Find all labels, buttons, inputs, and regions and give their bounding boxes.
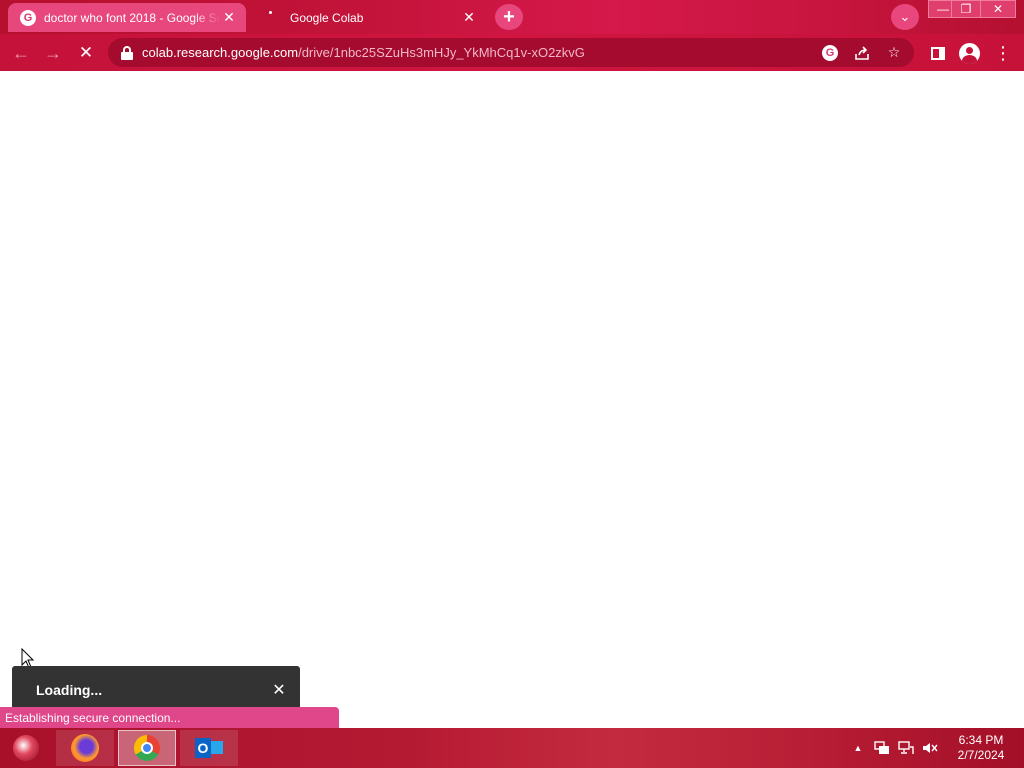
- forward-button[interactable]: →: [40, 40, 66, 66]
- tab-close-icon[interactable]: ✕: [220, 9, 238, 27]
- browser-toolbar: ← → ✕ colab.research.google.com/drive/1n…: [0, 34, 1024, 71]
- bookmark-star-icon[interactable]: ☆: [882, 41, 906, 65]
- back-button[interactable]: ←: [8, 40, 34, 66]
- side-panel-icon: [931, 46, 945, 60]
- share-icon[interactable]: [850, 41, 874, 65]
- windows-taskbar: O ▲ 6:34 PM 2/7/2024: [0, 728, 1024, 768]
- taskbar-chrome[interactable]: [118, 730, 176, 766]
- close-window-button[interactable]: ✕: [980, 0, 1016, 18]
- page-content: [0, 71, 1024, 728]
- tab-title: doctor who font 2018 - Google Search: [44, 10, 220, 25]
- taskbar-firefox[interactable]: [56, 730, 114, 766]
- tab-google-search[interactable]: G doctor who font 2018 - Google Search ✕: [8, 3, 246, 32]
- browser-status-bubble: Establishing secure connection...: [0, 707, 339, 728]
- show-hidden-icons-button[interactable]: ▲: [850, 740, 866, 756]
- tab-close-icon[interactable]: ✕: [460, 9, 478, 27]
- start-button[interactable]: [0, 728, 52, 768]
- google-lens-button[interactable]: G: [818, 41, 842, 65]
- action-center-icon[interactable]: [874, 740, 890, 756]
- network-icon[interactable]: [898, 740, 914, 756]
- loading-icon: [266, 10, 282, 26]
- profile-avatar-icon: [958, 42, 980, 64]
- firefox-icon: [71, 734, 99, 762]
- chrome-icon: [134, 735, 160, 761]
- new-tab-button[interactable]: +: [495, 4, 523, 30]
- snackbar-close-icon[interactable]: ✕: [268, 679, 290, 701]
- stop-loading-button[interactable]: ✕: [73, 40, 99, 66]
- start-logo-icon: [13, 735, 39, 761]
- browser-menu-button[interactable]: ⋮: [990, 40, 1016, 66]
- restore-button[interactable]: ❐: [951, 0, 981, 18]
- tab-google-colab[interactable]: Google Colab ✕: [248, 3, 486, 32]
- status-text: Establishing secure connection...: [5, 710, 181, 725]
- address-bar[interactable]: colab.research.google.com/drive/1nbc25SZ…: [108, 38, 914, 67]
- volume-muted-icon[interactable]: [922, 740, 938, 756]
- profile-button[interactable]: [956, 40, 982, 66]
- clock-date: 2/7/2024: [957, 748, 1005, 762]
- clock-time: 6:34 PM: [958, 733, 1004, 747]
- tab-title: Google Colab: [290, 10, 364, 25]
- google-g-icon: G: [822, 44, 838, 61]
- taskbar-clock[interactable]: 6:34 PM 2/7/2024: [948, 733, 1014, 763]
- loading-snackbar: Loading... ✕: [12, 666, 300, 713]
- snackbar-message: Loading...: [36, 681, 103, 698]
- lock-icon[interactable]: [120, 45, 134, 60]
- outlook-icon: O: [195, 736, 223, 760]
- url-path: /drive/1nbc25SZuHs3mHJy_YkMhCq1v-xO2zkvG: [298, 45, 585, 60]
- url-text[interactable]: colab.research.google.com/drive/1nbc25SZ…: [142, 45, 818, 60]
- tab-strip: G doctor who font 2018 - Google Search ✕…: [0, 0, 1024, 34]
- google-g-icon: G: [20, 9, 36, 26]
- tab-search-button[interactable]: ⌄: [891, 4, 919, 30]
- taskbar-outlook[interactable]: O: [180, 730, 238, 766]
- url-domain: colab.research.google.com: [142, 45, 299, 60]
- side-panel-button[interactable]: [925, 40, 951, 66]
